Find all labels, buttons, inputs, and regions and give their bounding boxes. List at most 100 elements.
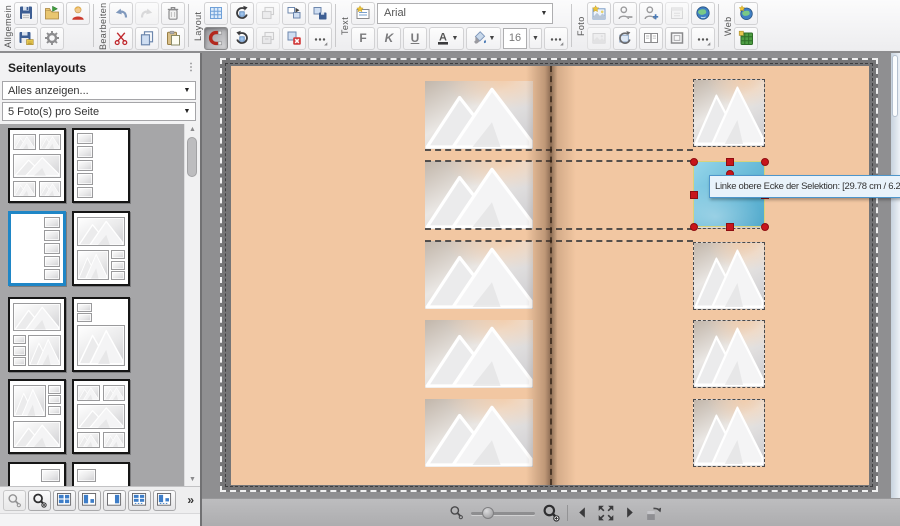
font-size-select[interactable]: 16 [503, 28, 527, 49]
layout-thumbnail[interactable] [72, 379, 130, 454]
canvas[interactable]: Linke obere Ecke der Selektion: [29.78 c… [202, 53, 900, 498]
photo-placeholder[interactable] [425, 241, 533, 309]
view-left-page-icon[interactable] [78, 490, 101, 511]
photo-placeholder[interactable] [693, 242, 765, 310]
font-color-icon[interactable]: A▼ [429, 27, 464, 50]
view-right-page-icon[interactable] [103, 490, 126, 511]
layout-thumbnail[interactable] [8, 379, 66, 454]
grid-icon[interactable] [204, 2, 228, 25]
layout-thumbnail[interactable] [72, 128, 130, 203]
text-style-f-button[interactable]: F [351, 27, 375, 50]
snap-magnet-icon[interactable] [204, 27, 228, 50]
panel-grip-icon[interactable]: ⋮⋮ [186, 65, 194, 70]
text-style-u-button[interactable]: U [403, 27, 427, 50]
profile-icon[interactable] [66, 2, 90, 25]
photo-placeholder[interactable] [693, 320, 765, 388]
rotate-right-icon[interactable] [230, 27, 254, 50]
canvas-vertical-scrollbar[interactable] [891, 53, 900, 498]
view-page-numbered-icon[interactable] [153, 490, 176, 511]
toolbar-separator [93, 4, 94, 47]
layout-thumbnail[interactable] [72, 462, 130, 486]
photo-placeholder[interactable] [425, 161, 533, 229]
layout-save-icon[interactable] [308, 2, 332, 25]
content-area: Seitenlayouts ⋮⋮ Alles anzeigen... ▼ 5 F… [0, 53, 900, 526]
chevron-down-icon[interactable]: ▼ [536, 10, 552, 17]
zoom-slider-track[interactable] [471, 512, 535, 515]
book-spread-icon[interactable] [639, 27, 663, 50]
layout-block [28, 335, 61, 367]
letter-glyph: F [359, 31, 366, 45]
selection-handle-top[interactable] [726, 158, 734, 166]
text-style-k-button[interactable]: K [377, 27, 401, 50]
layout-category-select[interactable]: Alles anzeigen... ▼ [2, 81, 196, 100]
layout-block [48, 385, 61, 394]
canvas-scrollbar-thumb[interactable] [892, 55, 898, 117]
save-icon[interactable] [14, 2, 38, 25]
zoom-slider-handle[interactable] [482, 507, 494, 519]
zoom-slider[interactable] [471, 507, 535, 519]
zoom-in-icon[interactable] [28, 490, 51, 511]
photo-placeholder[interactable] [425, 320, 533, 388]
book-spread[interactable]: Linke obere Ecke der Selektion: [29.78 c… [220, 58, 878, 492]
cut-icon[interactable] [109, 27, 133, 50]
person-remove-icon[interactable] [613, 2, 637, 25]
layout-paste-icon[interactable] [282, 2, 306, 25]
undo-icon[interactable] [109, 2, 133, 25]
layout-delete-icon[interactable] [282, 27, 306, 50]
layout-block [44, 230, 60, 241]
page-next-icon[interactable] [622, 505, 637, 520]
spread-page[interactable]: Linke obere Ecke der Selektion: [29.78 c… [231, 66, 869, 485]
font-family-select[interactable]: Arial▼ [377, 3, 553, 24]
photo-rotate-icon[interactable] [613, 27, 637, 50]
photo-placeholder[interactable] [693, 399, 765, 467]
selection-handle-bottom[interactable] [726, 223, 734, 231]
font-size-dropdown-icon[interactable]: ▼ [529, 28, 542, 49]
view-spread-numbered-icon[interactable] [128, 490, 151, 511]
save-as-icon[interactable] [14, 27, 38, 50]
selection-handle-left[interactable] [690, 191, 698, 199]
scroll-up-icon[interactable]: ▲ [187, 125, 198, 135]
layout-thumbnail[interactable] [72, 211, 130, 286]
web-globe-icon[interactable] [734, 2, 758, 25]
sidebar-expand-button[interactable]: » [187, 493, 197, 507]
copy-icon[interactable] [135, 27, 159, 50]
zoom-out-icon[interactable] [449, 505, 464, 520]
selection-handle-bottom-left[interactable] [690, 223, 698, 231]
layout-thumbnail[interactable] [8, 462, 66, 486]
web-album-icon[interactable] [734, 27, 758, 50]
selection-handle-top-right[interactable] [761, 158, 769, 166]
delete-icon[interactable] [161, 2, 185, 25]
person-add-icon[interactable] [639, 2, 663, 25]
zoom-in-icon[interactable] [542, 504, 560, 522]
selection-handle-bottom-right[interactable] [761, 223, 769, 231]
photo-placeholder[interactable] [693, 79, 765, 147]
paste-icon[interactable] [161, 27, 185, 50]
settings-gear-icon[interactable] [40, 27, 64, 50]
selection-handle-top-left[interactable] [690, 158, 698, 166]
layout-thumbnail[interactable] [8, 128, 66, 203]
scrollbar-thumb[interactable] [187, 137, 197, 177]
page-prev-icon[interactable] [575, 505, 590, 520]
frame-icon[interactable] [665, 27, 689, 50]
rotate-left-icon[interactable] [230, 2, 254, 25]
photo-placeholder[interactable] [425, 399, 533, 467]
rotate-view-icon[interactable] [644, 504, 662, 522]
globe-photo-icon[interactable] [691, 2, 715, 25]
photo-placeholder[interactable] [425, 81, 533, 149]
photo-add-icon[interactable] [587, 2, 611, 25]
fill-color-icon[interactable]: ▼ [466, 27, 501, 50]
scroll-down-icon[interactable]: ▼ [187, 475, 198, 485]
sidebar-scrollbar[interactable]: ▲ ▼ [184, 124, 200, 486]
more-icon[interactable] [544, 27, 568, 50]
layout-thumbnail-selected[interactable] [8, 211, 66, 286]
more-icon[interactable] [308, 27, 332, 50]
layout-thumbnail[interactable] [72, 297, 130, 372]
fit-page-icon[interactable] [597, 504, 615, 522]
view-spread-icon[interactable] [53, 490, 76, 511]
more-icon[interactable] [691, 27, 715, 50]
text-template-icon[interactable] [351, 2, 375, 25]
photos-per-page-select[interactable]: 5 Foto(s) pro Seite ▼ [2, 102, 196, 121]
open-project-icon[interactable] [40, 2, 64, 25]
layout-block [39, 134, 61, 150]
layout-thumbnail[interactable] [8, 297, 66, 372]
